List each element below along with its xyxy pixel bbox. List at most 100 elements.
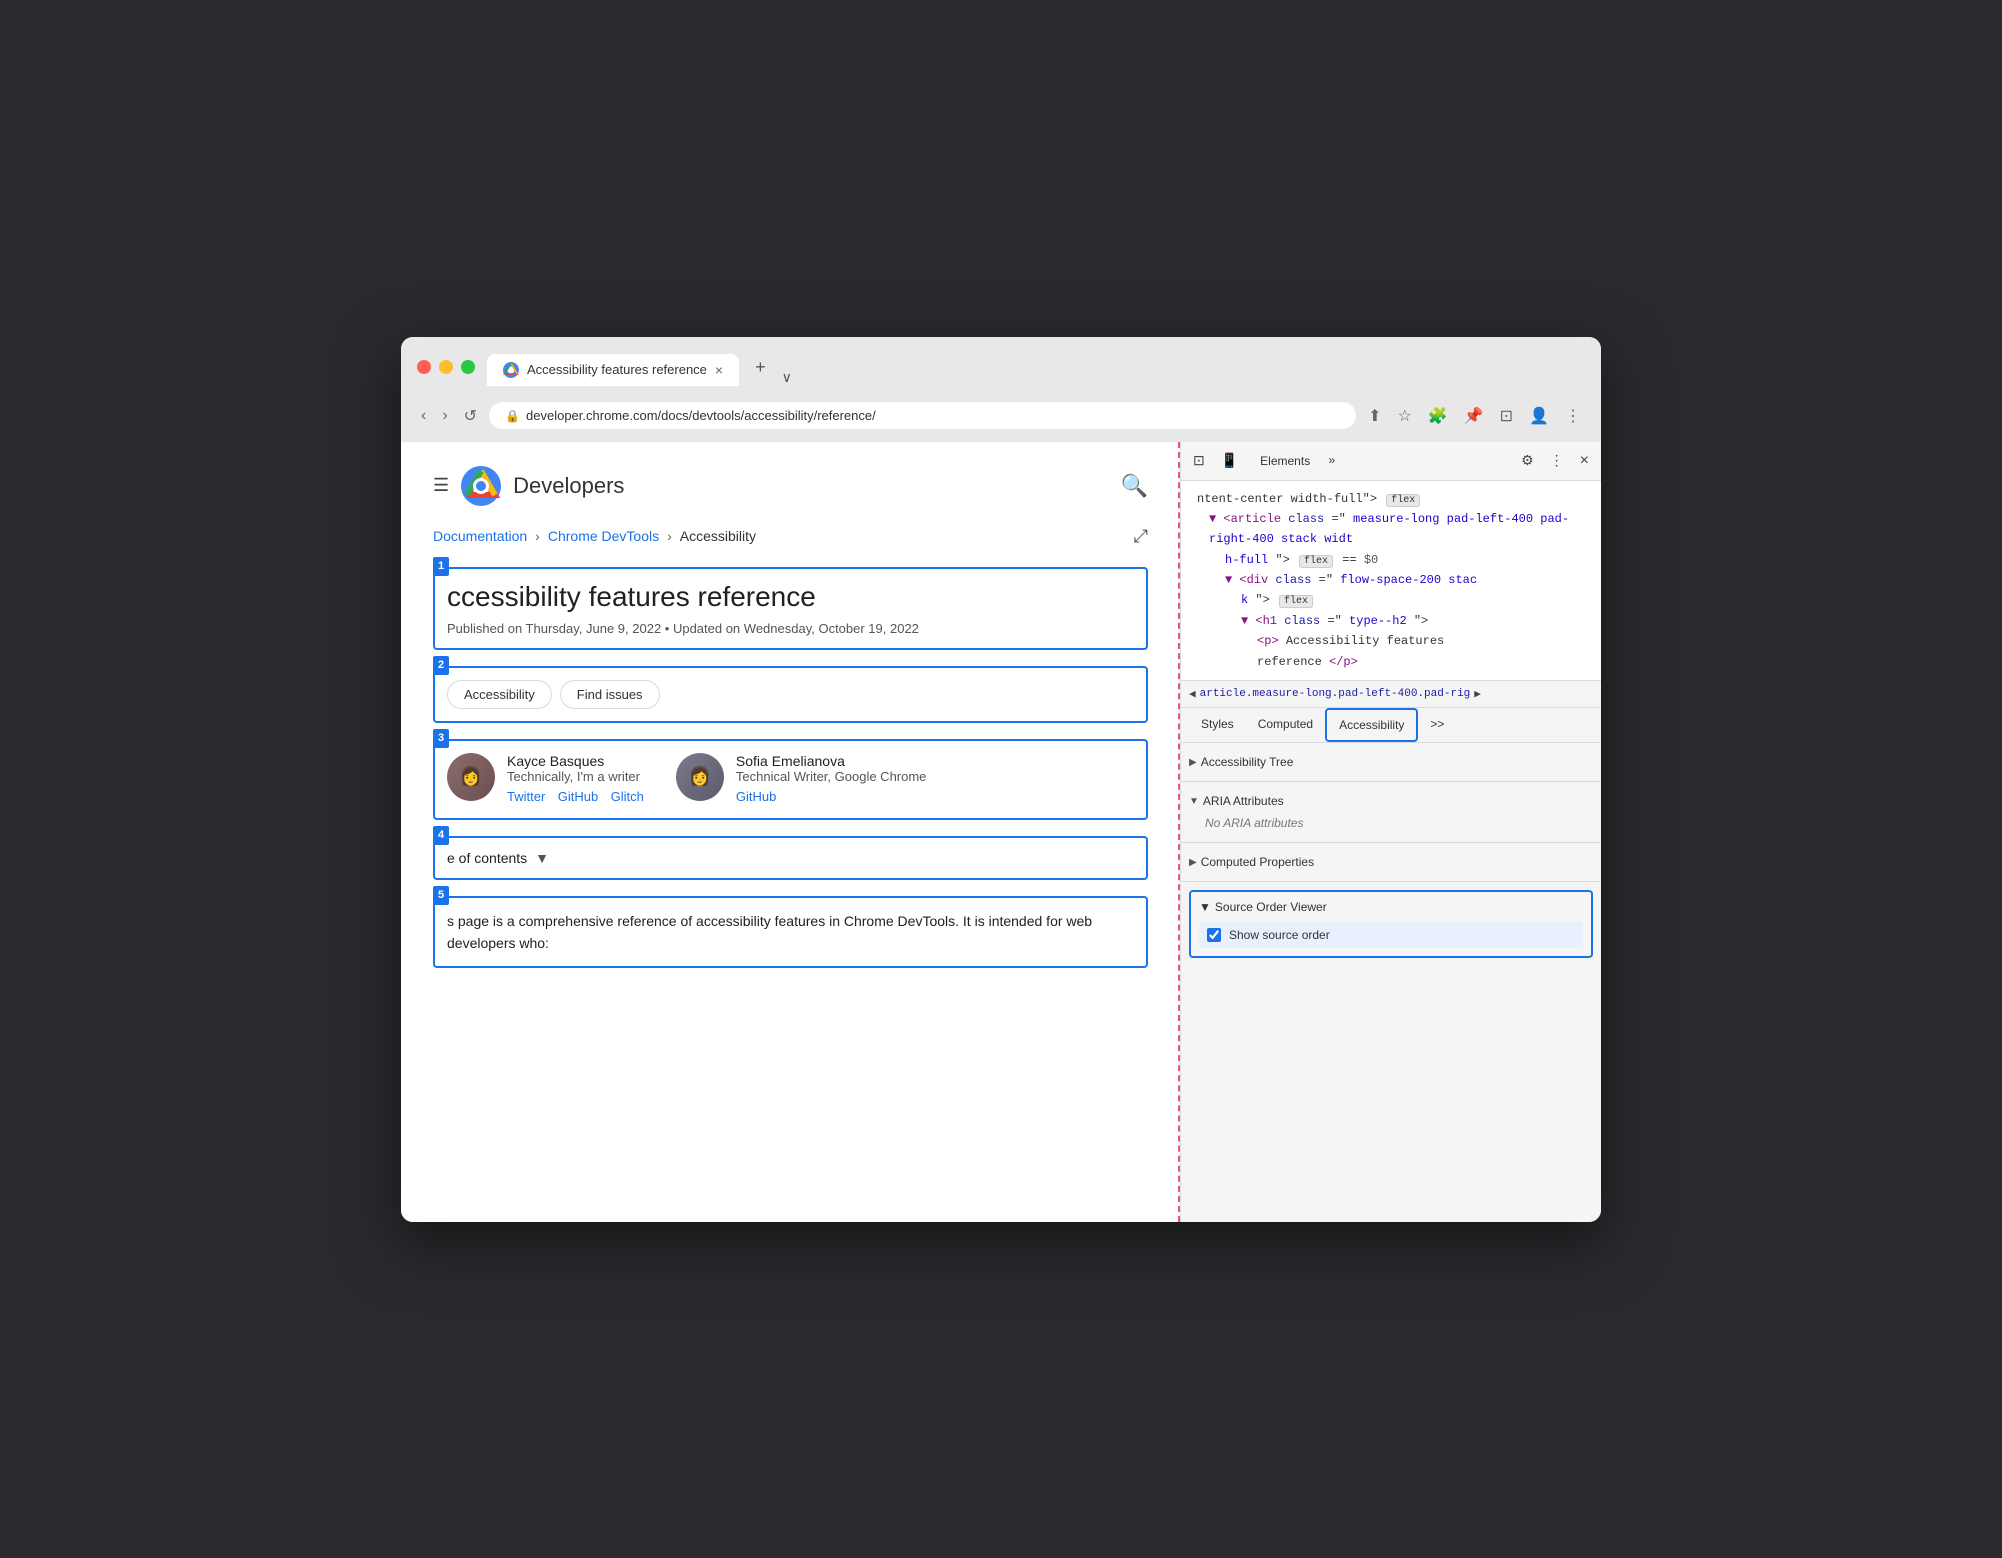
tab-more[interactable]: >> bbox=[1418, 709, 1456, 741]
html-line-2b: h-full "> flex == $0 bbox=[1189, 550, 1593, 570]
maximize-button[interactable] bbox=[461, 360, 475, 374]
close-button[interactable] bbox=[417, 360, 431, 374]
aria-attributes-label: ARIA Attributes bbox=[1203, 794, 1284, 808]
close-devtools-button[interactable]: × bbox=[1576, 448, 1593, 474]
source-number-1: 1 bbox=[433, 557, 449, 576]
devtools-panel: ⊡ 📱 Elements » ⚙ ⋮ × ntent-center width-… bbox=[1181, 442, 1601, 1222]
media-button[interactable]: 📌 bbox=[1460, 402, 1488, 430]
search-icon[interactable]: 🔍 bbox=[1121, 473, 1148, 499]
html-tag-h1-triangle: ▼ bbox=[1241, 614, 1248, 628]
source-box-3: 3 👩 Kayce Basques Technically, I'm a wri… bbox=[433, 739, 1148, 820]
tab-close-button[interactable]: × bbox=[715, 362, 723, 378]
main-area: ☰ Developers 🔍 Documentation › bbox=[401, 442, 1601, 1222]
address-actions: ⬆ ☆ 🧩 📌 ⊡ 👤 ⋮ bbox=[1364, 402, 1585, 430]
author-2-github[interactable]: GitHub bbox=[736, 789, 776, 804]
aria-attributes-section: ▼ ARIA Attributes No ARIA attributes bbox=[1181, 782, 1601, 843]
author-2-avatar: 👩 bbox=[676, 753, 724, 801]
tag-find-issues[interactable]: Find issues bbox=[560, 680, 660, 709]
elements-tab[interactable]: Elements bbox=[1250, 448, 1320, 474]
breadcrumb-left-arrow[interactable]: ◀ bbox=[1189, 687, 1196, 701]
tab-styles[interactable]: Styles bbox=[1189, 709, 1246, 741]
html-quote-close: "> bbox=[1275, 553, 1289, 567]
tab-accessibility[interactable]: Accessibility bbox=[1325, 708, 1418, 742]
accessibility-tree-triangle: ▶ bbox=[1189, 757, 1197, 768]
toc-dropdown-arrow[interactable]: ▼ bbox=[535, 850, 549, 866]
html-text-1: ntent-center width-full"> bbox=[1197, 492, 1377, 506]
extensions-button[interactable]: 🧩 bbox=[1424, 402, 1452, 430]
browser-window: Accessibility features reference × + ∨ ‹… bbox=[401, 337, 1601, 1222]
show-source-order-checkbox[interactable] bbox=[1207, 928, 1221, 942]
breadcrumb-right-arrow[interactable]: ▶ bbox=[1474, 687, 1481, 701]
author-2-name: Sofia Emelianova bbox=[736, 753, 927, 769]
author-1-glitch[interactable]: Glitch bbox=[611, 789, 644, 804]
computed-properties-header[interactable]: ▶ Computed Properties bbox=[1189, 851, 1593, 873]
traffic-lights bbox=[417, 360, 475, 374]
new-tab-button[interactable]: + bbox=[743, 349, 778, 386]
split-button[interactable]: ⊡ bbox=[1496, 402, 1517, 430]
back-button[interactable]: ‹ bbox=[417, 403, 430, 429]
author-1-links: Twitter GitHub Glitch bbox=[507, 788, 652, 806]
html-tag-p-close: </p> bbox=[1329, 655, 1358, 669]
inspect-element-button[interactable]: ⊡ bbox=[1189, 448, 1209, 473]
tab-list-chevron[interactable]: ∨ bbox=[782, 369, 792, 386]
settings-button[interactable]: ⚙ bbox=[1517, 448, 1538, 473]
author-1-name: Kayce Basques bbox=[507, 753, 652, 769]
flex-badge-1: flex bbox=[1386, 494, 1420, 507]
page-share-icon[interactable]: ⤢ bbox=[1134, 526, 1148, 547]
source-number-2: 2 bbox=[433, 656, 449, 675]
html-tag-article: <article bbox=[1223, 512, 1288, 526]
aria-attributes-header[interactable]: ▼ ARIA Attributes bbox=[1189, 790, 1593, 812]
source-box-5: 5 s page is a comprehensive reference of… bbox=[433, 896, 1148, 969]
breadcrumb-current: Accessibility bbox=[680, 528, 756, 544]
html-line-5: <p> Accessibility features bbox=[1189, 631, 1593, 651]
sov-title: Source Order Viewer bbox=[1215, 900, 1327, 914]
forward-button[interactable]: › bbox=[438, 403, 451, 429]
device-toggle-button[interactable]: 📱 bbox=[1217, 448, 1242, 473]
html-line-6: reference </p> bbox=[1189, 652, 1593, 672]
intro-text: s page is a comprehensive reference of a… bbox=[447, 910, 1134, 955]
breadcrumb-sep2: › bbox=[667, 528, 672, 544]
flex-badge-3: flex bbox=[1279, 595, 1313, 608]
bookmark-button[interactable]: ☆ bbox=[1393, 402, 1415, 430]
author-1-info: Kayce Basques Technically, I'm a writer … bbox=[507, 753, 652, 806]
aria-triangle: ▼ bbox=[1189, 796, 1199, 807]
tab-computed[interactable]: Computed bbox=[1246, 709, 1325, 741]
brand-name: Developers bbox=[513, 473, 624, 499]
tabs-row: Accessibility features reference × + ∨ bbox=[487, 349, 792, 386]
author-1-twitter[interactable]: Twitter bbox=[507, 789, 545, 804]
profile-button[interactable]: 👤 bbox=[1525, 402, 1553, 430]
tab-favicon bbox=[503, 362, 519, 378]
tag-accessibility[interactable]: Accessibility bbox=[447, 680, 552, 709]
breadcrumb-docs-link[interactable]: Documentation bbox=[433, 528, 527, 544]
source-number-3: 3 bbox=[433, 729, 449, 748]
html-line-3b: k "> flex bbox=[1189, 590, 1593, 610]
devtools-breadcrumb-text[interactable]: article.measure-long.pad-left-400.pad-ri… bbox=[1200, 688, 1471, 700]
accessibility-tree-header[interactable]: ▶ Accessibility Tree bbox=[1189, 751, 1593, 773]
address-field[interactable]: 🔒 developer.chrome.com/docs/devtools/acc… bbox=[489, 402, 1356, 429]
author-1-avatar-img: 👩 bbox=[447, 753, 495, 801]
html-quote-close3: "> bbox=[1414, 614, 1428, 628]
author-1-github[interactable]: GitHub bbox=[558, 789, 598, 804]
more-tabs-button[interactable]: » bbox=[1328, 454, 1335, 468]
html-val-div2: k bbox=[1241, 593, 1248, 607]
active-tab[interactable]: Accessibility features reference × bbox=[487, 354, 739, 386]
sov-triangle: ▼ bbox=[1199, 900, 1211, 914]
minimize-button[interactable] bbox=[439, 360, 453, 374]
heading-text: ccessibility features reference bbox=[447, 581, 816, 612]
author-2-info: Sofia Emelianova Technical Writer, Googl… bbox=[736, 753, 927, 806]
accessibility-tree-label: Accessibility Tree bbox=[1201, 755, 1294, 769]
share-button[interactable]: ⬆ bbox=[1364, 402, 1385, 430]
html-tag-p: <p> bbox=[1257, 634, 1279, 648]
devtools-html-view: ntent-center width-full"> flex ▼ <articl… bbox=[1181, 481, 1601, 682]
hamburger-menu[interactable]: ☰ bbox=[433, 475, 449, 496]
show-source-order-label[interactable]: Show source order bbox=[1229, 928, 1330, 942]
reload-button[interactable]: ↺ bbox=[460, 402, 481, 430]
show-source-order-row: Show source order bbox=[1199, 922, 1583, 948]
chrome-menu-button[interactable]: ⋮ bbox=[1561, 402, 1585, 430]
author-1-role: Technically, I'm a writer bbox=[507, 769, 652, 784]
breadcrumb-devtools-link[interactable]: Chrome DevTools bbox=[548, 528, 659, 544]
html-val-h1: type--h2 bbox=[1349, 614, 1407, 628]
more-options-button[interactable]: ⋮ bbox=[1546, 448, 1568, 473]
page-heading: ccessibility features reference bbox=[447, 581, 1134, 613]
page-header: ☰ Developers 🔍 bbox=[433, 466, 1148, 506]
